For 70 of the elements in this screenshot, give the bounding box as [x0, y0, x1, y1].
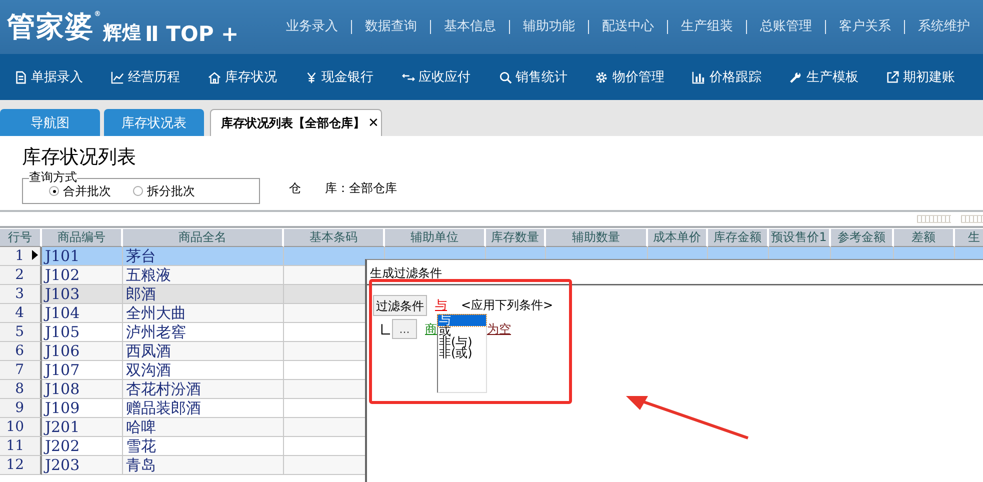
row-number: 10 [0, 418, 42, 437]
filter-conditions-button[interactable]: 过滤条件 [373, 294, 427, 316]
yen-icon [304, 70, 318, 84]
top-menu-item[interactable]: 系统维护 [904, 20, 983, 34]
operator-link[interactable]: 与 [435, 296, 447, 314]
nav-item[interactable]: 期初建账 [886, 68, 983, 86]
radio-button[interactable] [133, 186, 143, 196]
wrench-icon [789, 70, 802, 84]
logo-brand: 管家婆 [7, 9, 94, 45]
tab[interactable]: 库存状况列表【全部仓库】 ✕ [210, 109, 382, 136]
nav-item[interactable]: 经营历程 [110, 68, 208, 86]
group-legend: 查询方式 [29, 169, 77, 186]
condition-hint: <应用下列条件> [461, 296, 554, 314]
radio-option[interactable]: 拆分批次 [133, 182, 195, 200]
listbox-item[interactable]: 非(或) [438, 348, 486, 359]
operator-listbox[interactable]: 与 或 非(与) 非(或) [437, 314, 487, 393]
row-number: 5 [0, 323, 42, 342]
more-button[interactable]: ... [392, 319, 417, 339]
row-pointer-icon [32, 250, 38, 260]
field-link[interactable]: 商 [425, 320, 437, 338]
external-link-icon [886, 70, 900, 84]
document-icon [14, 70, 27, 84]
warehouse-label: 仓 [289, 180, 301, 196]
top-menu-item[interactable]: 配送中心 [588, 20, 667, 34]
top-menu-item[interactable]: 基本信息 [430, 20, 509, 34]
nav-item[interactable]: 生产模板 [789, 68, 886, 86]
warehouse-label: 库： [325, 180, 349, 196]
tree-connector-icon [381, 324, 390, 334]
row-number: 8 [0, 380, 42, 399]
tab[interactable]: 库存状况表 [104, 109, 204, 136]
listbox-item[interactable]: 非(与) [438, 337, 486, 348]
top-menu-item[interactable]: 客户关系 [825, 20, 904, 34]
logo-edition: 辉煌 [103, 21, 141, 46]
listbox-item[interactable]: 与 [438, 315, 486, 326]
nav-item[interactable]: 价格跟踪 [692, 68, 790, 86]
page-title: 库存状况列表 [21, 145, 137, 170]
home-icon [208, 70, 221, 84]
nav-item[interactable]: 现金银行 [304, 68, 402, 86]
top-menu-item[interactable]: 生产组装 [667, 20, 746, 34]
logo-version: Ⅱ TOP + [145, 22, 239, 46]
row-number: 3 [0, 285, 42, 304]
radio-button[interactable] [49, 186, 59, 196]
bar-chart-icon [692, 70, 706, 84]
row-number: 2 [0, 266, 42, 285]
row-number: 6 [0, 342, 42, 361]
close-icon[interactable]: ✕ [368, 116, 379, 130]
listbox-item[interactable]: 或 [438, 326, 486, 337]
condition-link[interactable]: 为空 [487, 320, 511, 338]
top-menu-item[interactable]: 总账管理 [746, 20, 825, 34]
grip-icon[interactable] [961, 215, 983, 223]
top-menu-item[interactable]: 辅助功能 [509, 20, 588, 34]
row-number: 12 [0, 456, 42, 475]
row-number: 4 [0, 304, 42, 323]
row-number: 1 [0, 247, 42, 266]
settings-icon [595, 70, 608, 84]
row-number: 11 [0, 437, 42, 456]
nav-item[interactable]: 应收应付 [402, 68, 499, 86]
row-number: 7 [0, 361, 42, 380]
nav-item[interactable]: 单据录入 [14, 68, 111, 86]
nav-item[interactable]: 物价管理 [595, 68, 692, 86]
top-menu-item[interactable]: 数据查询 [351, 20, 430, 34]
nav-item[interactable]: 库存状况 [208, 68, 305, 86]
tab[interactable]: 导航图 [0, 109, 100, 136]
warehouse-value: 全部仓库 [349, 180, 397, 196]
top-menu-item[interactable]: 业务录入 [273, 20, 351, 34]
nav-item[interactable]: 销售统计 [498, 68, 596, 86]
row-number: 9 [0, 399, 42, 418]
search-icon [498, 70, 512, 84]
grip-icon[interactable] [917, 215, 951, 223]
line-chart-icon [110, 70, 124, 84]
